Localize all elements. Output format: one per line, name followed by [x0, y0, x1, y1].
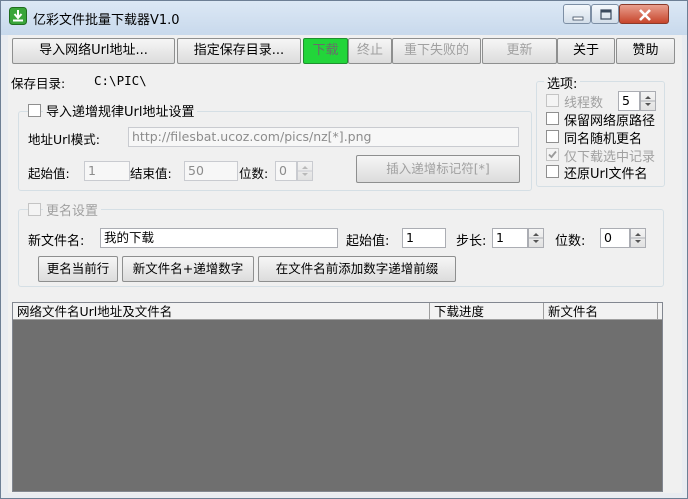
restore-url-name-checkbox[interactable] — [546, 165, 559, 178]
column-header-url[interactable]: 网络文件名Url地址及文件名 — [13, 303, 430, 320]
url-pattern-input[interactable]: http://filesbat.ucoz.com/pics/nz[*].png — [128, 127, 519, 147]
minimize-button[interactable] — [563, 4, 591, 24]
list-header: 网络文件名Url地址及文件名 下载进度 新文件名 — [13, 303, 662, 320]
update-button[interactable]: 更新 — [482, 38, 557, 64]
download-app-icon — [9, 7, 27, 25]
save-directory-label: 保存目录: — [11, 76, 66, 91]
thread-count-checkbox[interactable] — [546, 94, 559, 107]
restore-url-name-label: 还原Url文件名 — [564, 167, 648, 182]
increment-digits-input[interactable]: 0 — [275, 161, 297, 181]
filename-plus-number-button[interactable]: 新文件名+递增数字 — [122, 256, 254, 282]
maximize-icon — [600, 9, 612, 20]
checkmark-icon — [548, 150, 557, 159]
column-header-new-name[interactable]: 新文件名 — [544, 303, 658, 320]
app-window: 亿彩文件批量下载器V1.0 导入网络Url地址... 指定保存目录... 下载 … — [0, 0, 688, 499]
increment-digits-spinner[interactable] — [297, 161, 313, 181]
donate-button[interactable]: 赞助 — [616, 38, 675, 64]
thread-count-input[interactable]: 5 — [618, 91, 640, 111]
thread-count-spinner[interactable] — [640, 91, 656, 111]
column-header-progress[interactable]: 下载进度 — [430, 303, 544, 320]
retry-failed-button[interactable]: 重下失败的 — [392, 38, 481, 64]
end-value-input[interactable]: 50 — [184, 161, 238, 181]
save-directory-button[interactable]: 指定保存目录... — [177, 38, 301, 64]
rename-step-input[interactable]: 1 — [492, 228, 528, 248]
download-list[interactable]: 网络文件名Url地址及文件名 下载进度 新文件名 — [12, 302, 663, 492]
about-button[interactable]: 关于 — [557, 38, 615, 64]
import-url-button[interactable]: 导入网络Url地址... — [12, 38, 175, 64]
rename-settings-checkbox[interactable] — [28, 203, 41, 216]
title-bar[interactable]: 亿彩文件批量下载器V1.0 — [1, 1, 687, 35]
rename-start-input[interactable]: 1 — [402, 228, 446, 248]
spinner-arrows-icon — [631, 233, 645, 243]
end-value-label: 结束值: — [130, 166, 172, 181]
insert-marker-button[interactable]: 插入递增标记符[*] — [356, 155, 520, 183]
start-value-input[interactable]: 1 — [84, 161, 130, 181]
random-rename-checkbox[interactable] — [546, 130, 559, 143]
minimize-icon — [572, 16, 584, 21]
rename-group-title: 更名设置 — [43, 200, 102, 219]
rename-step-label: 步长: — [456, 234, 487, 249]
client-area: 导入网络Url地址... 指定保存目录... 下载 终止 重下失败的 更新 关于… — [8, 35, 682, 493]
spinner-arrows-icon — [641, 96, 655, 106]
url-pattern-label: 地址Url模式: — [28, 132, 100, 147]
rename-digits-spinner[interactable] — [630, 228, 646, 248]
new-filename-input[interactable]: 我的下载 — [100, 228, 338, 248]
close-button[interactable] — [619, 4, 669, 24]
increment-url-group-title: 导入递增规律Url地址设置 — [43, 101, 198, 120]
thread-count-label: 线程数 — [564, 96, 604, 111]
rename-digits-label: 位数: — [555, 234, 586, 249]
close-icon — [639, 9, 651, 21]
rename-current-row-button[interactable]: 更名当前行 — [38, 256, 118, 282]
options-group-title: 选项: — [544, 73, 581, 92]
rename-start-label: 起始值: — [346, 234, 390, 249]
increment-url-checkbox[interactable] — [28, 104, 41, 117]
spinner-arrows-icon — [298, 166, 312, 176]
random-rename-label: 同名随机更名 — [564, 132, 643, 147]
keep-path-checkbox[interactable] — [546, 112, 559, 125]
stop-button[interactable]: 终止 — [348, 38, 392, 64]
window-title: 亿彩文件批量下载器V1.0 — [33, 13, 180, 28]
rename-digits-input[interactable]: 0 — [600, 228, 630, 248]
increment-digits-label: 位数: — [239, 166, 269, 181]
save-directory-path: C:\PIC\ — [94, 73, 147, 88]
download-selected-checkbox[interactable] — [546, 148, 559, 161]
keep-path-label: 保留网络原路径 — [564, 114, 656, 129]
add-number-prefix-button[interactable]: 在文件名前添加数字递增前缀 — [258, 256, 456, 282]
rename-step-spinner[interactable] — [528, 228, 544, 248]
spinner-arrows-icon — [529, 233, 543, 243]
maximize-button[interactable] — [591, 4, 619, 24]
download-button[interactable]: 下载 — [303, 38, 348, 64]
start-value-label: 起始值: — [28, 166, 70, 181]
new-filename-label: 新文件名: — [28, 234, 85, 249]
